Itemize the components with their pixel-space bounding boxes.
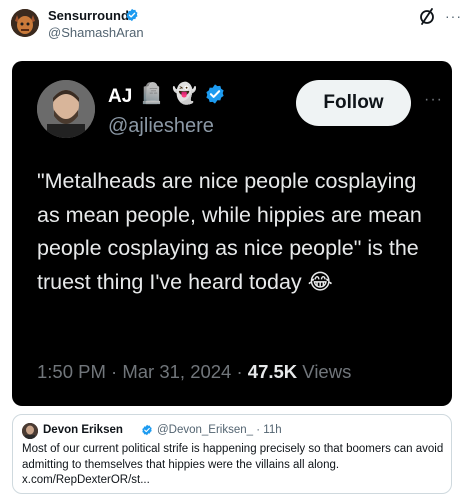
author-handle[interactable]: @ShamashAran [48,25,144,40]
quoted-post-text: Most of our current political strife is … [22,443,444,486]
quoted-verified-badge-icon [142,424,152,436]
quoted-author-handle: @Devon_Eriksen_ · 11h [157,424,282,436]
quoted-author-avatar [22,423,38,439]
follow-button: Follow [296,80,411,126]
ghost-emoji: 👻 [172,83,197,105]
post-header: Sensurround @ShamashAran ··· [0,0,469,52]
inner-tweet-text: "Metalheads are nice people cosplaying a… [37,169,422,294]
inner-views-label: Views [297,361,352,382]
inner-author-avatar [37,80,95,138]
quoted-post[interactable]: Devon Eriksen @Devon_Eriksen_ · 11h Most… [12,414,452,494]
inner-verified-badge-icon [206,84,224,104]
author-name[interactable]: Sensurround [48,8,129,23]
inner-timestamp: 1:50 PM · Mar 31, 2024 · [37,361,248,382]
inner-more-dots-icon: ··· [424,91,443,108]
verified-badge-icon [126,8,138,22]
inner-views-count: 47.5K [247,361,298,382]
headstone-emoji: 🪦 [139,83,164,105]
media-image[interactable]: AJ 🪦 👻 @ajlieshere Follow ··· "Metalhead… [12,61,452,406]
inner-author-handle: @ajlieshere [108,115,214,137]
inner-author-name: AJ [108,86,133,107]
more-dots-icon[interactable]: ··· [445,8,462,24]
quoted-author-name: Devon Eriksen [43,424,123,436]
inner-tweet-meta: 1:50 PM · Mar 31, 2024 · 47.5K Views [37,361,351,383]
grok-slash-icon[interactable] [417,6,437,26]
author-avatar[interactable] [11,9,39,37]
